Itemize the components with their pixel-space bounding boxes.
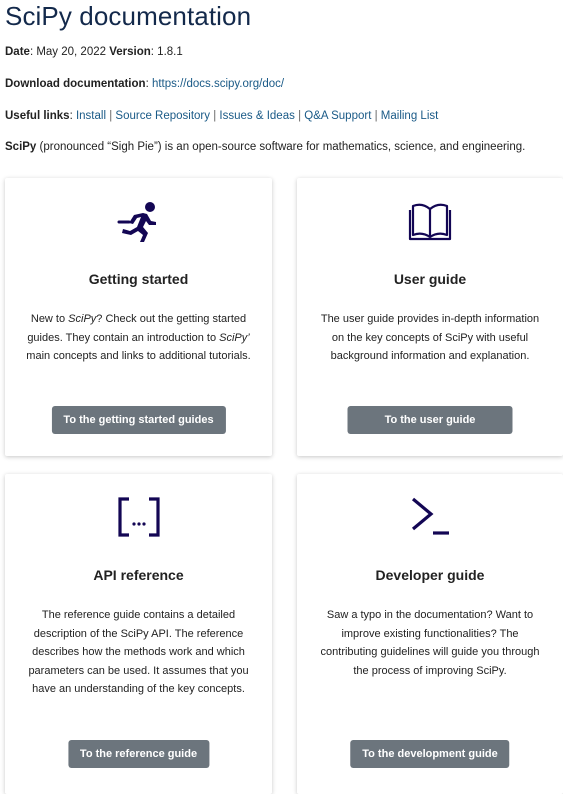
useful-links-line: Useful links: Install | Source Repositor…: [5, 110, 439, 122]
card-user-guide: User guide The user guide provides in-de…: [297, 178, 563, 456]
open-book-icon: [297, 200, 563, 242]
card-title: Getting started: [88, 271, 189, 287]
card-api-reference: API reference The reference guide contai…: [5, 474, 272, 794]
card-description: The user guide provides in-depth informa…: [320, 313, 540, 362]
terminal-prompt-icon: [297, 496, 563, 538]
page-title: SciPy documentation: [5, 1, 252, 31]
link-issues-ideas[interactable]: Issues & Ideas: [219, 110, 294, 122]
intro-line: SciPy (pronounced “Sigh Pie”) is an open…: [5, 140, 525, 155]
link-source-repository[interactable]: Source Repository: [115, 110, 210, 122]
date-label: Date: [5, 46, 30, 58]
intro-name: SciPy: [5, 141, 37, 153]
useful-links-label: Useful links: [5, 110, 70, 122]
reference-guide-button[interactable]: To the reference guide: [67, 740, 210, 768]
intro-text: (pronounced “Sigh Pie”) is an open-sourc…: [36, 141, 526, 153]
download-link[interactable]: https://docs.scipy.org/doc/: [152, 78, 284, 90]
link-qa-support[interactable]: Q&A Support: [304, 110, 371, 122]
card-description: New to SciPy? Check out the getting star…: [26, 313, 251, 362]
version-label: Version: [109, 46, 151, 58]
code-brackets-icon: [5, 496, 272, 538]
development-guide-button[interactable]: To the development guide: [350, 740, 510, 768]
version-value: 1.8.1: [157, 46, 183, 58]
link-mailing-list[interactable]: Mailing List: [381, 110, 439, 122]
card-title: Developer guide: [375, 567, 485, 583]
download-label: Download documentation: [5, 78, 146, 90]
card-description: The reference guide contains a detailed …: [28, 609, 249, 695]
card-developer-guide: Developer guide Saw a typo in the docume…: [297, 474, 563, 794]
getting-started-button[interactable]: To the getting started guides: [51, 406, 226, 434]
running-person-icon: [5, 200, 272, 242]
user-guide-button[interactable]: To the user guide: [347, 406, 513, 434]
card-title: User guide: [393, 271, 467, 287]
link-install[interactable]: Install: [76, 110, 106, 122]
date-version-line: Date: May 20, 2022 Version: 1.8.1: [5, 46, 183, 58]
card-title: API reference: [93, 567, 184, 583]
date-value: May 20, 2022: [36, 46, 107, 58]
card-getting-started: Getting started New to SciPy? Check out …: [5, 178, 272, 456]
download-line: Download documentation: https://docs.sci…: [5, 78, 285, 90]
card-description: Saw a typo in the documentation? Want to…: [320, 609, 540, 677]
